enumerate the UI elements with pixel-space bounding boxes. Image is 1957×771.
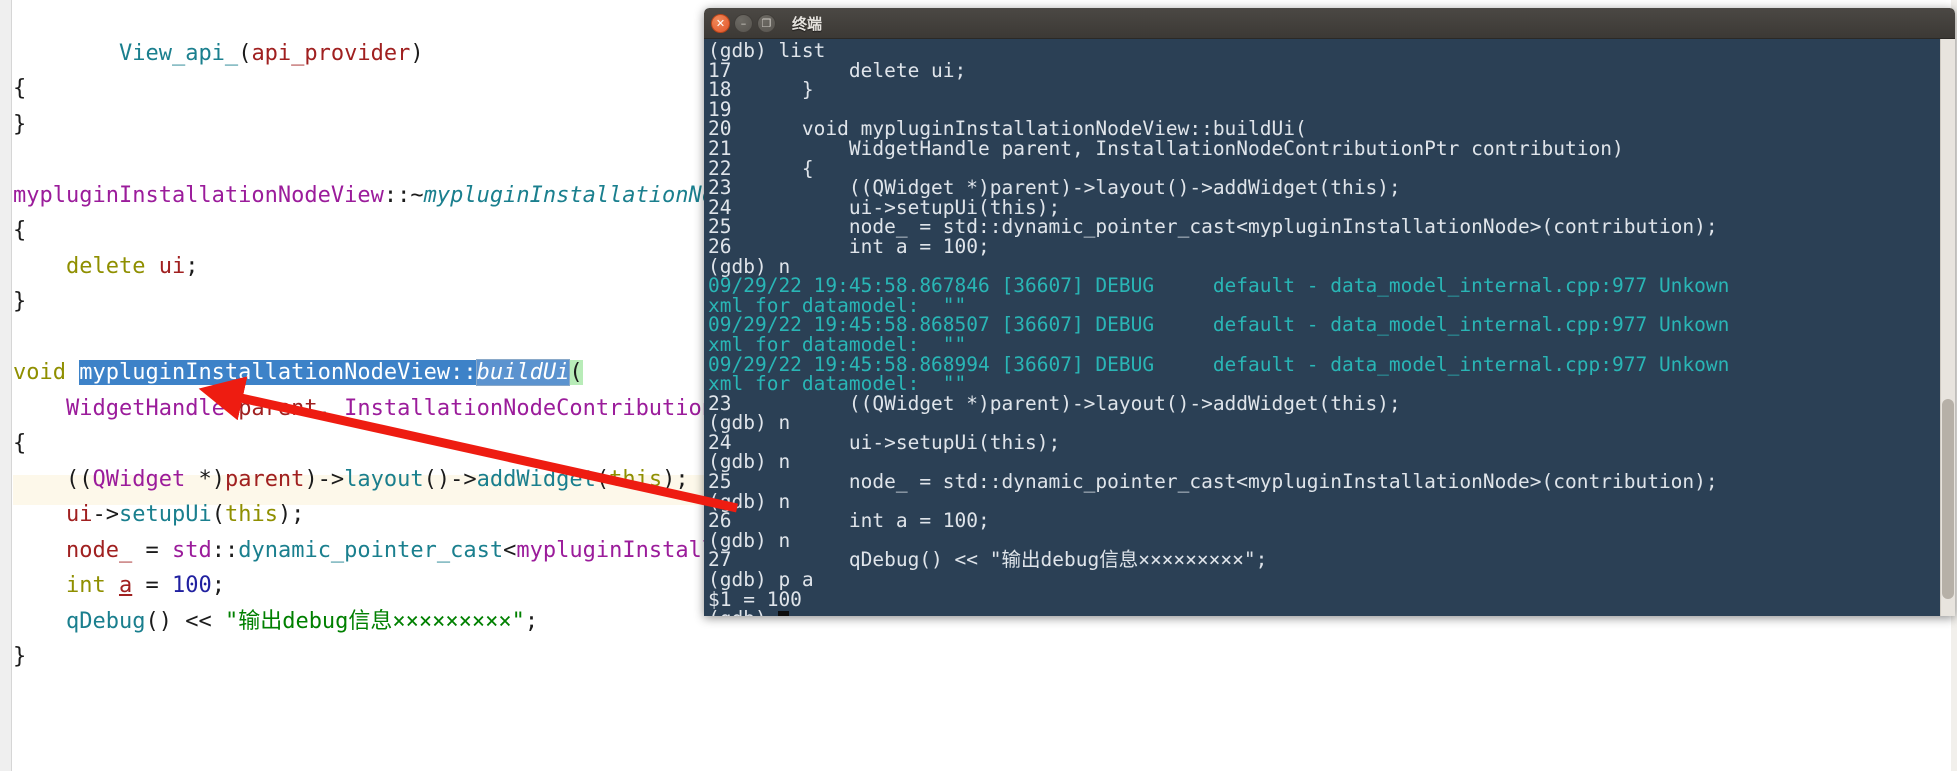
terminal-line: 09/29/22 19:45:58.867846 [36607] DEBUG d… (708, 274, 1730, 298)
terminal-line: (gdb) p a (708, 568, 814, 592)
terminal-line: (gdb) n (708, 411, 791, 435)
terminal-line: 21 WidgetHandle parent, InstallationNode… (708, 136, 1624, 160)
terminal-title: 终端 (792, 14, 823, 33)
terminal-line: 09/29/22 19:45:58.868507 [36607] DEBUG d… (708, 313, 1730, 337)
terminal-line: 27 qDebug() << "输出debug信息×××××××××"; (708, 548, 1268, 572)
terminal-line: 18 } (708, 78, 814, 102)
terminal-line: 26 int a = 100; (708, 234, 990, 258)
terminal-scrollbar[interactable] (1940, 39, 1955, 616)
terminal-line: (gdb) list (708, 39, 826, 62)
maximize-icon[interactable]: ❐ (757, 13, 776, 33)
terminal-line: 24 ui->setupUi(this); (708, 430, 1061, 454)
terminal-line: 23 ((QWidget *)parent)->layout()->addWid… (708, 391, 1401, 415)
terminal-window[interactable]: ✕ – ❐ 终端 (gdb) list 17 delete ui; 18 } 19 20… (704, 8, 1955, 616)
editor-selection[interactable]: mypluginInstallationNodeView::buildUi (79, 359, 571, 386)
terminal-titlebar[interactable]: ✕ – ❐ 终端 (704, 8, 1955, 39)
close-icon[interactable]: ✕ (711, 13, 730, 33)
terminal-line: 25 node_ = std::dynamic_pointer_cast<myp… (708, 215, 1718, 239)
editor-gutter (0, 0, 12, 771)
terminal-line: 17 delete ui; (708, 58, 967, 82)
terminal-line: 26 int a = 100; (708, 509, 990, 533)
terminal-scrollbar-thumb[interactable] (1942, 399, 1954, 599)
terminal-line: 25 node_ = std::dynamic_pointer_cast<myp… (708, 470, 1718, 494)
terminal-text: (gdb) list 17 delete ui; 18 } 19 20 void myp… (708, 41, 1729, 616)
terminal-line: xml for datamodel: "" (708, 332, 967, 356)
terminal-line: (gdb) (708, 609, 1729, 616)
terminal-line: xml for datamodel: "" (708, 372, 967, 396)
terminal-output-area[interactable]: (gdb) list 17 delete ui; 18 } 19 20 void myp… (704, 39, 1955, 616)
terminal-cursor (778, 611, 790, 616)
terminal-line: 23 ((QWidget *)parent)->layout()->addWid… (708, 176, 1401, 200)
code-line: } (13, 644, 27, 669)
minimize-icon[interactable]: – (734, 13, 753, 33)
terminal-line: $1 = 100 (708, 587, 802, 611)
